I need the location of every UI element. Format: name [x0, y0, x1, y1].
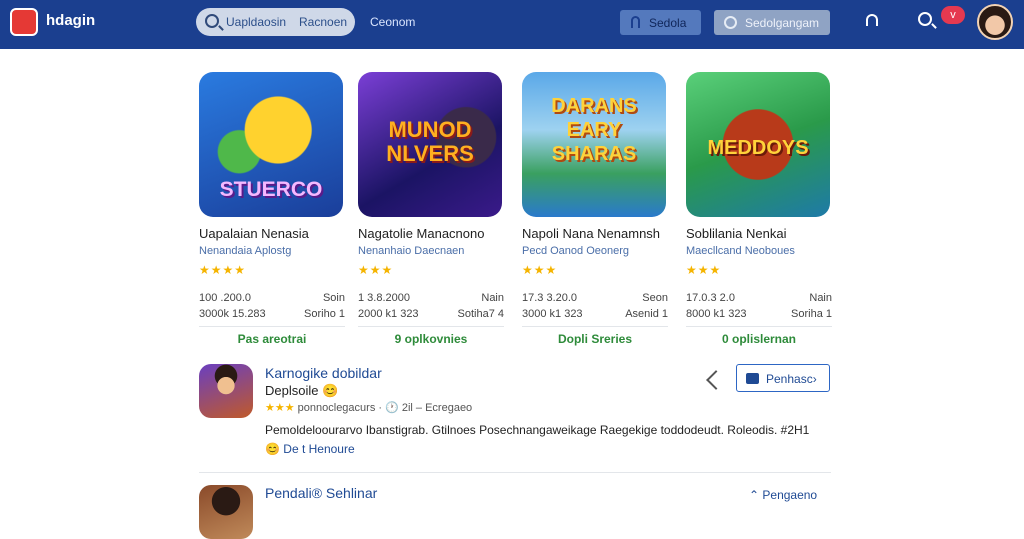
list-item-meta-text: ponnoclegacurs · 🕐 2il – Ecregaeo	[297, 402, 473, 414]
app-meta-right: Nain	[481, 292, 504, 304]
thumbnail-text: DARANS EARY SHARAS	[551, 95, 637, 165]
divider	[686, 326, 832, 327]
app-meta: 3000 k1 323	[522, 308, 583, 320]
user-avatar[interactable]	[977, 4, 1013, 40]
star-rating: ★★★	[522, 263, 558, 277]
card-action-link[interactable]: 0 oplislernan	[686, 332, 832, 346]
divider	[522, 326, 668, 327]
list-item-description: Pemoldeloourarvo Ibanstigrab. Gtilnoes P…	[265, 423, 810, 437]
list-item-button[interactable]: Penhasc›	[736, 364, 830, 392]
app-meta: 8000 k1 323	[686, 308, 747, 320]
app-title[interactable]: Uapalaian Nenasia	[199, 226, 359, 241]
folder-icon	[746, 373, 759, 384]
app-thumbnail[interactable]: STUERCO	[199, 72, 343, 217]
app-title[interactable]: Nagatolie Manacnono	[358, 226, 518, 241]
list-item-link[interactable]: ⌃ Pengaeno	[749, 488, 817, 502]
secondary-header-button-label: Sedolgangam	[745, 16, 820, 30]
search-icon	[205, 14, 219, 28]
app-meta-right: Asenid 1	[625, 308, 668, 320]
card-action-link[interactable]: 9 oplkovnies	[358, 332, 504, 346]
top-app-bar: hdagin Uapldaosin Racnoen Ceonom Sedola …	[0, 0, 1024, 49]
app-meta: 17.3 3.20.0	[522, 292, 578, 304]
list-item[interactable]: Karnogike dobildar Deplsoile 😊 ★★★ ponno…	[199, 364, 831, 464]
brand-name[interactable]: hdagin	[46, 12, 95, 29]
app-meta-right: Soin	[322, 292, 345, 304]
primary-header-button[interactable]: Sedola	[620, 10, 701, 35]
app-logo[interactable]	[10, 8, 38, 36]
star-rating: ★★★	[265, 402, 295, 414]
thumbnail-text: STUERCO	[219, 178, 323, 201]
app-developer[interactable]: Maecllcand Neoboues	[686, 245, 846, 257]
lock-icon	[631, 16, 640, 28]
star-rating: ★★★★	[199, 263, 247, 277]
headset-icon[interactable]	[866, 14, 878, 26]
star-rating: ★★★	[686, 263, 722, 277]
card-action-link[interactable]: Pas areotrai	[199, 332, 345, 346]
app-thumbnail[interactable]: DARANS EARY SHARAS	[522, 72, 666, 217]
list-item-title[interactable]: Pendali® Sehlinar	[265, 485, 377, 501]
app-title[interactable]: Napoli Nana Nenamnsh	[522, 226, 682, 241]
list-item-icon[interactable]	[199, 364, 253, 418]
star-rating: ★★★	[358, 263, 394, 277]
app-meta: 17.0.3 2.0	[686, 292, 735, 304]
search-placeholder: Uapldaosin	[226, 15, 287, 29]
card-action-link[interactable]: Dopli Sreries	[522, 332, 668, 346]
thumbnail-text: MUNOD NLVERS	[386, 117, 474, 166]
list-item-button-label: Penhasc›	[766, 372, 817, 386]
app-title[interactable]: Soblilania Nenkai	[686, 226, 846, 241]
divider	[358, 326, 504, 327]
app-meta: 2000 k1 323	[358, 308, 419, 320]
app-meta-right: Sotiha7 4	[457, 308, 504, 320]
app-meta: 1 3.8.2000	[358, 292, 410, 304]
thumbnail-text: MEDDOYS	[707, 137, 809, 159]
primary-header-button-label: Sedola	[649, 16, 687, 30]
secondary-header-button[interactable]: Sedolgangam	[714, 10, 830, 35]
search-icon[interactable]	[918, 12, 932, 26]
app-developer[interactable]: Pecd Oanod Oeonerg	[522, 245, 682, 257]
nav-link[interactable]: Ceonom	[370, 15, 415, 29]
notification-badge[interactable]: v	[941, 6, 965, 24]
app-meta-right: Soriho 1	[304, 308, 345, 320]
search-input[interactable]: Uapldaosin Racnoen	[196, 8, 355, 36]
divider	[199, 326, 345, 327]
search-scope: Racnoen	[299, 15, 348, 29]
app-meta-right: Soriha 1	[791, 308, 832, 320]
list-item-meta: ★★★ ponnoclegacurs · 🕐 2il – Ecregaeo	[265, 401, 472, 414]
app-meta-right: Seon	[642, 292, 668, 304]
list-item-more-link[interactable]: 😊 De t Henoure	[265, 442, 355, 456]
chat-icon	[724, 16, 737, 29]
app-developer[interactable]: Nenanhaio Daecnaen	[358, 245, 518, 257]
list-item-subtitle: Deplsoile 😊	[265, 383, 339, 398]
share-icon[interactable]	[706, 370, 726, 390]
list-item[interactable]: Pendali® Sehlinar ⌃ Pengaeno	[199, 485, 831, 539]
app-meta: 3000k 15.283	[199, 308, 266, 320]
list-item-icon[interactable]	[199, 485, 253, 539]
list-item-title[interactable]: Karnogike dobildar	[265, 365, 382, 381]
app-meta-right: Nain	[809, 292, 832, 304]
divider	[199, 472, 831, 473]
app-thumbnail[interactable]: MUNOD NLVERS	[358, 72, 502, 217]
app-thumbnail[interactable]: MEDDOYS	[686, 72, 830, 217]
app-meta: 100 .200.0	[199, 292, 251, 304]
app-developer[interactable]: Nenandaia Aplostg	[199, 245, 359, 257]
